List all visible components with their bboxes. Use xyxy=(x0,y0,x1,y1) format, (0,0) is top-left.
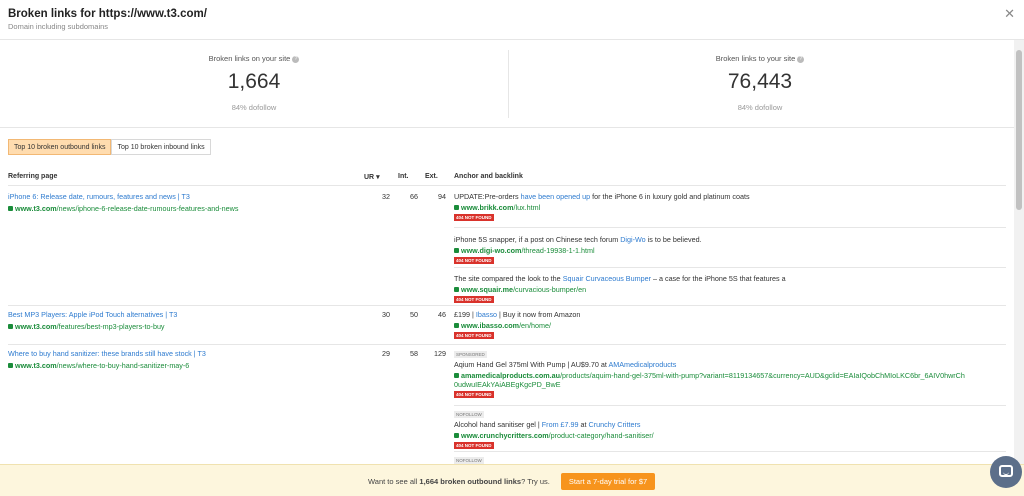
stat-sub: 84% dofollow xyxy=(231,103,277,112)
stats-panel: Broken links on your site? 1,664 84% dof… xyxy=(0,40,1014,128)
lock-icon xyxy=(454,248,459,253)
list-item: UPDATE:Pre-orders have been opened up fo… xyxy=(454,192,1006,228)
referring-page-url[interactable]: www.t3.com/features/best-mp3-players-to-… xyxy=(8,322,348,331)
ext-value: 129 xyxy=(434,349,446,358)
referring-page: Best MP3 Players: Apple iPod Touch alter… xyxy=(8,310,348,331)
anchor-text: The site compared the look to the Squair… xyxy=(454,274,786,283)
tab-broken-inbound[interactable]: Top 10 broken inbound links xyxy=(111,139,211,155)
list-item: SPONSORED Aqium Hand Gel 375ml With Pump… xyxy=(454,349,1006,406)
col-ext[interactable]: Ext. xyxy=(425,173,438,180)
stat-broken-to-site: Broken links to your site? 76,443 84% do… xyxy=(510,40,1010,128)
backlink-url[interactable]: www.ibasso.com/en/home/ xyxy=(454,321,1006,330)
int-value: 58 xyxy=(410,349,418,358)
stat-label: Broken links to your site xyxy=(715,54,796,63)
col-anchor: Anchor and backlink xyxy=(454,173,523,180)
status-badge: 404 NOT FOUND xyxy=(454,442,494,449)
lock-icon xyxy=(8,206,13,211)
upgrade-banner: Want to see all 1,664 broken outbound li… xyxy=(0,464,1024,496)
backlink-url[interactable]: www.crunchycritters.com/product-category… xyxy=(454,431,1006,440)
referring-page-url[interactable]: www.t3.com/news/iphone-6-release-date-ru… xyxy=(8,204,348,213)
status-badge: 404 NOT FOUND xyxy=(454,332,494,339)
lock-icon xyxy=(454,205,459,210)
list-item: NOFOLLOW Alcohol hand sanitiser gel | Fr… xyxy=(454,408,1006,452)
start-trial-button[interactable]: Start a 7-day trial for $7 xyxy=(561,473,655,490)
ext-value: 46 xyxy=(438,310,446,319)
scrollbar[interactable] xyxy=(1014,40,1024,464)
anchor-text: UPDATE:Pre-orders have been opened up fo… xyxy=(454,192,750,201)
lock-icon xyxy=(8,363,13,368)
table-row: iPhone 6: Release date, rumours, feature… xyxy=(8,188,1006,306)
tab-bar: Top 10 broken outbound links Top 10 brok… xyxy=(8,139,211,155)
referring-page: iPhone 6: Release date, rumours, feature… xyxy=(8,192,348,213)
list-item: £199 | Ibasso | Buy it now from Amazon w… xyxy=(454,310,1006,344)
stat-broken-on-site: Broken links on your site? 1,664 84% dof… xyxy=(4,40,504,128)
lock-icon xyxy=(454,433,459,438)
status-badge: 404 NOT FOUND xyxy=(454,391,494,398)
anchor-text: iPhone 5S snapper, if a post on Chinese … xyxy=(454,235,702,244)
ur-value: 30 xyxy=(382,310,390,319)
list-item: The site compared the look to the Squair… xyxy=(454,270,1006,304)
backlink-url[interactable]: www.digi-wo.com/thread-19938-1-1.html xyxy=(454,246,1006,255)
backlink-url[interactable]: amamedicalproducts.com.au/products/aquim… xyxy=(454,371,1006,389)
question-icon[interactable]: ? xyxy=(292,55,300,63)
stat-sub: 84% dofollow xyxy=(737,103,783,112)
close-icon[interactable]: ✕ xyxy=(1004,6,1015,22)
referring-page-url[interactable]: www.t3.com/news/where-to-buy-hand-saniti… xyxy=(8,361,348,370)
question-icon[interactable]: ? xyxy=(797,55,805,63)
stat-label: Broken links on your site xyxy=(208,54,291,63)
tab-broken-outbound[interactable]: Top 10 broken outbound links xyxy=(8,139,112,155)
stat-value: 1,664 xyxy=(227,70,281,93)
lock-icon xyxy=(8,324,13,329)
anchor-text: Alcohol hand sanitiser gel | From £7.99 … xyxy=(454,420,641,429)
col-ur[interactable]: UR ▾ xyxy=(364,173,380,181)
int-value: 50 xyxy=(410,310,418,319)
backlink-url[interactable]: www.squair.me/curvacious-bumper/en xyxy=(454,285,1006,294)
banner-text: Want to see all 1,664 broken outbound li… xyxy=(368,477,550,486)
lock-icon xyxy=(454,323,459,328)
ext-value: 94 xyxy=(438,192,446,201)
divider xyxy=(508,50,509,118)
table-row: Where to buy hand sanitizer: these brand… xyxy=(8,345,1006,464)
referring-page-title[interactable]: Where to buy hand sanitizer: these brand… xyxy=(8,349,348,358)
page-subtitle: Domain including subdomains xyxy=(8,22,109,31)
ur-value: 32 xyxy=(382,192,390,201)
stat-value: 76,443 xyxy=(727,70,793,93)
referring-page: Where to buy hand sanitizer: these brand… xyxy=(8,349,348,370)
int-value: 66 xyxy=(410,192,418,201)
ur-value: 29 xyxy=(382,349,390,358)
referring-page-title[interactable]: iPhone 6: Release date, rumours, feature… xyxy=(8,192,348,201)
col-referring-page[interactable]: Referring page xyxy=(8,173,57,180)
list-item: iPhone 5S snapper, if a post on Chinese … xyxy=(454,230,1006,268)
lock-icon xyxy=(454,373,459,378)
sponsored-tag: SPONSORED xyxy=(454,351,487,358)
status-badge: 404 NOT FOUND xyxy=(454,296,494,303)
scrollbar-thumb[interactable] xyxy=(1016,50,1022,210)
status-badge: 404 NOT FOUND xyxy=(454,257,494,264)
referring-page-title[interactable]: Best MP3 Players: Apple iPod Touch alter… xyxy=(8,310,348,319)
lock-icon xyxy=(454,287,459,292)
modal-header: Broken links for https://www.t3.com/ Dom… xyxy=(0,0,1024,40)
anchor-text: £199 | Ibasso | Buy it now from Amazon xyxy=(454,310,581,319)
nofollow-tag: NOFOLLOW xyxy=(454,411,484,418)
nofollow-tag: NOFOLLOW xyxy=(454,457,484,464)
chat-icon[interactable] xyxy=(990,456,1022,488)
col-int[interactable]: Int. xyxy=(398,173,409,180)
page-title: Broken links for https://www.t3.com/ xyxy=(8,8,207,20)
backlink-url[interactable]: www.brikk.com/lux.html xyxy=(454,203,1006,212)
table-row: Best MP3 Players: Apple iPod Touch alter… xyxy=(8,306,1006,345)
sort-down-icon: ▾ xyxy=(376,174,380,181)
status-badge: 404 NOT FOUND xyxy=(454,214,494,221)
table-header: Referring page UR ▾ Int. Ext. Anchor and… xyxy=(8,168,1006,186)
anchor-text: Aqium Hand Gel 375ml With Pump | AU$9.70… xyxy=(454,360,677,369)
